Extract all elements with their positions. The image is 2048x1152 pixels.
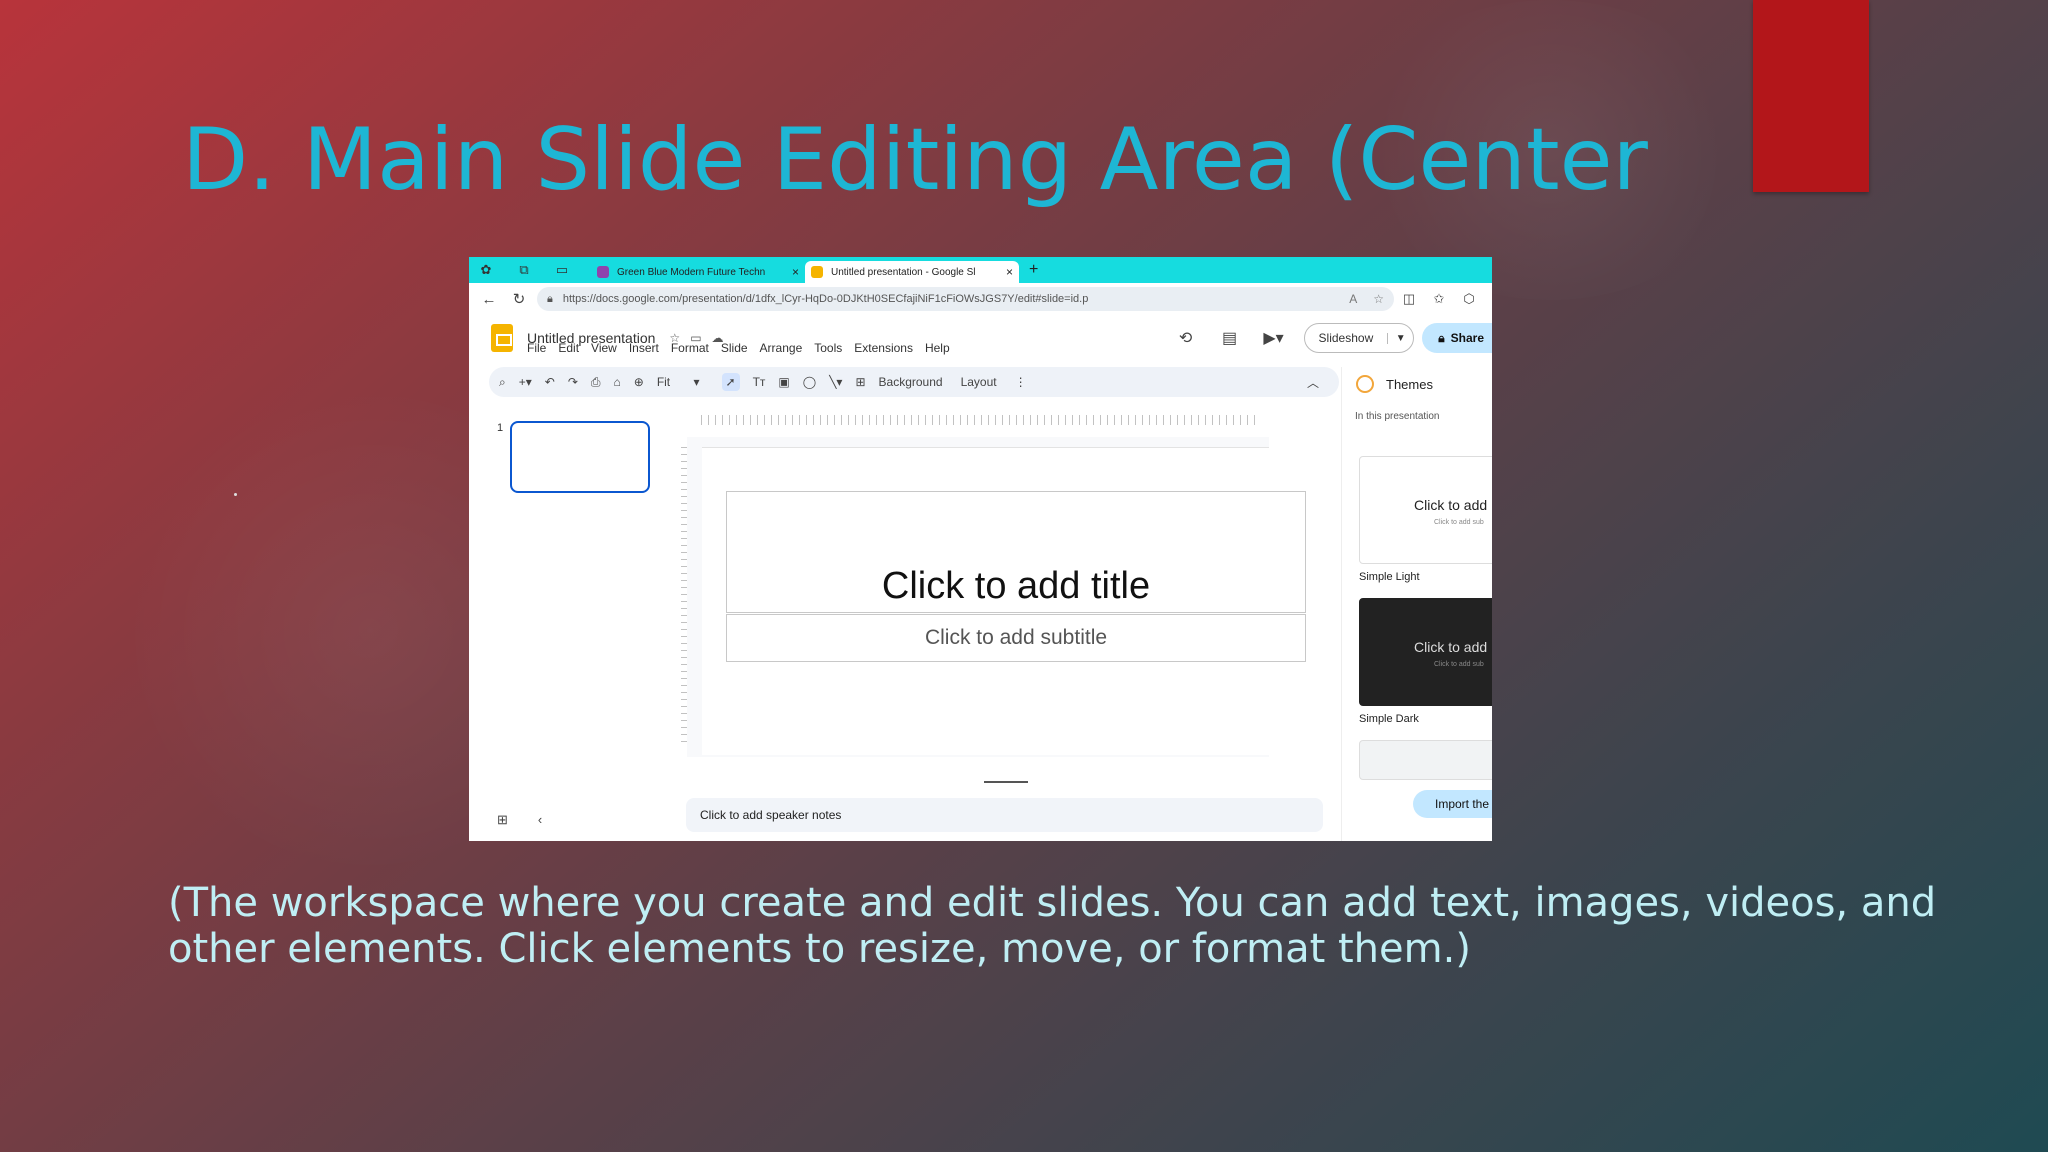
menu-bar: File Edit View Insert Format Slide Arran… <box>527 341 962 355</box>
themes-heading: Themes <box>1386 376 1433 392</box>
slideshow-label: Slideshow <box>1318 331 1374 345</box>
browser-tab[interactable]: Green Blue Modern Future Techn × <box>591 261 805 283</box>
theme-preview-subtitle: Click to add sub <box>1434 661 1484 668</box>
reload-icon[interactable]: ↻ <box>507 290 531 308</box>
redo-icon[interactable]: ↷ <box>568 375 578 389</box>
share-label: Share <box>1450 331 1484 345</box>
layout-button[interactable]: Layout <box>961 375 997 389</box>
title-placeholder[interactable]: Click to add title <box>726 491 1306 613</box>
read-aloud-icon[interactable]: A <box>1349 292 1357 306</box>
url-text: https://docs.google.com/presentation/d/1… <box>562 293 1089 305</box>
theme-preview-title: Click to add <box>1414 639 1488 655</box>
image-icon[interactable]: ▣ <box>778 375 789 389</box>
horizontal-ruler[interactable] <box>701 415 1261 425</box>
menu-insert[interactable]: Insert <box>629 341 659 355</box>
undo-icon[interactable]: ↶ <box>545 375 555 389</box>
subtitle-placeholder[interactable]: Click to add subtitle <box>726 614 1306 662</box>
menu-extensions[interactable]: Extensions <box>854 341 913 355</box>
new-slide-icon[interactable]: +▾ <box>519 375 532 389</box>
import-theme-button[interactable]: Import the <box>1413 790 1492 818</box>
decorative-red-tab <box>1753 0 1869 192</box>
slide-number: 1 <box>497 422 504 434</box>
background-button[interactable]: Background <box>879 375 943 389</box>
text-box-icon[interactable]: Tт <box>753 375 766 389</box>
paint-format-icon[interactable]: ⌂ <box>614 375 621 389</box>
menu-edit[interactable]: Edit <box>558 341 579 355</box>
speaker-notes[interactable]: Click to add speaker notes <box>686 798 1323 832</box>
theme-name: Simple Dark <box>1359 713 1419 725</box>
new-tab-icon[interactable]: + <box>1029 261 1038 279</box>
slides-logo-icon[interactable] <box>491 324 513 352</box>
search-icon[interactable]: ⌕ <box>499 375 506 390</box>
profile-icon[interactable]: ✿ <box>477 261 495 279</box>
theme-card-simple-light[interactable]: Click to add Click to add sub <box>1359 456 1492 564</box>
menu-view[interactable]: View <box>591 341 617 355</box>
themes-subheading: In this presentation <box>1355 411 1440 422</box>
decorative-dot <box>234 493 237 496</box>
theme-card[interactable] <box>1359 740 1492 780</box>
select-icon[interactable]: ➚ <box>721 373 740 391</box>
chevron-up-icon[interactable]: ︿ <box>1307 374 1319 391</box>
header-actions: ⟲ ▤ ▶▾ Slideshow ▼ 🔒︎ Share <box>1164 323 1492 353</box>
lock-icon: 🔒︎ <box>547 292 553 305</box>
editing-toolbar: ⌕ +▾ ↶ ↷ ⎙ ⌂ ⊕ Fit ▾ ➚ Tт ▣ ◯ ╲▾ ⊞ Backg… <box>489 367 1339 397</box>
browser-tab-active[interactable]: Untitled presentation - Google Sl × <box>805 261 1019 283</box>
favorites-icon[interactable]: ✩ <box>1424 291 1454 307</box>
theme-card-simple-dark[interactable]: Click to add Click to add sub <box>1359 598 1492 706</box>
zoom-value: Fit <box>656 375 671 389</box>
extensions-icon[interactable]: ⬡ <box>1454 291 1484 307</box>
history-icon[interactable]: ⟲ <box>1164 328 1208 348</box>
menu-arrange[interactable]: Arrange <box>760 341 803 355</box>
more-options-icon[interactable]: ⋮ <box>1015 375 1027 389</box>
app-header: Untitled presentation ☆▭☁ File Edit View… <box>469 315 1492 361</box>
canva-favicon-icon <box>597 266 609 278</box>
theme-preview-subtitle: Click to add sub <box>1434 519 1484 526</box>
notes-resize-handle[interactable] <box>984 781 1028 783</box>
meet-icon[interactable]: ▶▾ <box>1252 328 1296 348</box>
tab-label: Untitled presentation - Google Sl <box>831 266 976 278</box>
slides-favicon-icon <box>811 266 823 278</box>
tab-label: Green Blue Modern Future Techn <box>617 266 766 278</box>
zoom-select[interactable]: Fit ▾ <box>657 375 700 389</box>
menu-tools[interactable]: Tools <box>814 341 842 355</box>
palette-icon <box>1356 375 1374 393</box>
tab-actions-icon[interactable]: ▭ <box>553 261 571 279</box>
screenshot-window: ✿ ⧉ ▭ Green Blue Modern Future Techn × U… <box>469 257 1492 841</box>
menu-slide[interactable]: Slide <box>721 341 748 355</box>
zoom-icon[interactable]: ⊕ <box>634 375 644 389</box>
share-button[interactable]: 🔒︎ Share <box>1422 323 1492 353</box>
url-field[interactable]: 🔒︎ https://docs.google.com/presentation/… <box>537 287 1394 311</box>
collections-icon[interactable]: ⧉ <box>515 261 533 279</box>
address-bar: ← ↻ 🔒︎ https://docs.google.com/presentat… <box>469 283 1492 315</box>
slide-title: D. Main Slide Editing Area (Center <box>182 110 1648 210</box>
themes-panel: Themes In this presentation Click to add… <box>1341 367 1492 841</box>
browser-tab-bar: ✿ ⧉ ▭ Green Blue Modern Future Techn × U… <box>469 257 1492 283</box>
slideshow-button[interactable]: Slideshow ▼ <box>1303 323 1415 353</box>
collapse-panel-icon[interactable]: ‹ <box>538 812 572 827</box>
theme-name: Simple Light <box>1359 571 1420 583</box>
back-icon[interactable]: ← <box>477 291 501 308</box>
menu-format[interactable]: Format <box>671 341 709 355</box>
slide-caption: (The workspace where you create and edit… <box>168 880 1937 972</box>
close-icon[interactable]: × <box>792 265 799 279</box>
split-screen-icon[interactable]: ◫ <box>1394 291 1424 307</box>
grid-view-icon[interactable]: ⊞ <box>497 812 538 827</box>
menu-help[interactable]: Help <box>925 341 950 355</box>
lock-icon: 🔒︎ <box>1438 330 1445 345</box>
shape-icon[interactable]: ◯ <box>803 375 816 389</box>
slide-thumbnail[interactable] <box>510 421 650 493</box>
print-icon[interactable]: ⎙ <box>591 375 601 390</box>
comments-icon[interactable]: ▤ <box>1208 328 1252 348</box>
close-icon[interactable]: × <box>1006 265 1013 279</box>
star-icon[interactable]: ☆ <box>1373 292 1384 306</box>
chevron-down-icon[interactable]: ▼ <box>1387 332 1413 344</box>
menu-file[interactable]: File <box>527 341 546 355</box>
line-icon[interactable]: ╲▾ <box>829 375 842 389</box>
theme-preview-title: Click to add <box>1414 497 1488 513</box>
comment-icon[interactable]: ⊞ <box>855 375 865 389</box>
